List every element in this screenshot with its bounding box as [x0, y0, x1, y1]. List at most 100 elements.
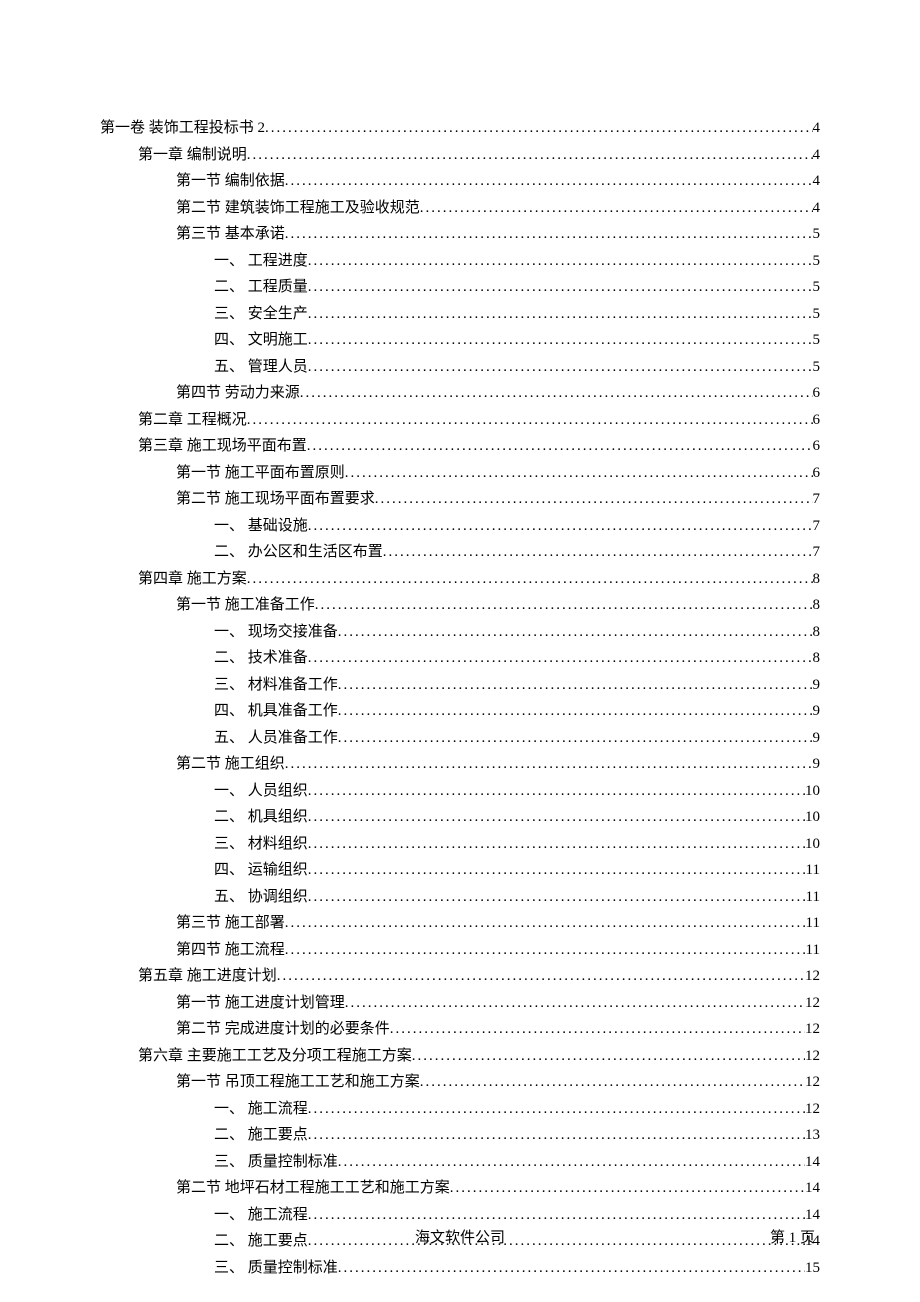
- toc-leader-dots: [308, 857, 806, 884]
- toc-entry: 三、 材料准备工作9: [100, 672, 820, 699]
- toc-leader-dots: [383, 539, 813, 566]
- toc-page-number: 14: [805, 1202, 820, 1229]
- toc-entry: 第一节 吊顶工程施工工艺和施工方案12: [100, 1069, 820, 1096]
- toc-label: 第二节 地坪石材工程施工工艺和施工方案: [176, 1175, 450, 1202]
- toc-page-number: 12: [805, 1096, 820, 1123]
- toc-entry: 二、 机具组织10: [100, 804, 820, 831]
- toc-leader-dots: [247, 566, 813, 593]
- toc-leader-dots: [308, 884, 806, 911]
- toc-page-number: 9: [813, 725, 821, 752]
- toc-leader-dots: [315, 592, 813, 619]
- toc-entry: 第二节 建筑装饰工程施工及验收规范4: [100, 195, 820, 222]
- toc-page-number: 5: [813, 274, 821, 301]
- toc-entry: 一、 施工流程 14: [100, 1202, 820, 1229]
- toc-page-number: 8: [813, 592, 821, 619]
- toc-label: 四、 运输组织: [214, 857, 308, 884]
- toc-leader-dots: [247, 407, 813, 434]
- toc-leader-dots: [338, 1149, 805, 1176]
- toc-leader-dots: [285, 168, 813, 195]
- toc-entry: 一、 人员组织10: [100, 778, 820, 805]
- toc-label: 一、 施工流程: [214, 1202, 308, 1229]
- toc-page-number: 6: [813, 407, 821, 434]
- toc-label: 第一节 施工进度计划管理: [176, 990, 345, 1017]
- toc-page-number: 5: [813, 301, 821, 328]
- toc-label: 第一卷 装饰工程投标书 2: [100, 115, 265, 142]
- toc-entry: 一、 现场交接准备8: [100, 619, 820, 646]
- toc-label: 三、 质量控制标准: [214, 1149, 338, 1176]
- toc-label: 五、 管理人员: [214, 354, 308, 381]
- toc-entry: 第四节 劳动力来源6: [100, 380, 820, 407]
- toc-entry: 三、 质量控制标准15: [100, 1255, 820, 1282]
- toc-label: 第四节 劳动力来源: [176, 380, 300, 407]
- toc-leader-dots: [412, 1043, 805, 1070]
- toc-entry: 第一节 施工进度计划管理12: [100, 990, 820, 1017]
- toc-leader-dots: [308, 778, 805, 805]
- toc-label: 第二节 完成进度计划的必要条件: [176, 1016, 390, 1043]
- toc-entry: 二、 施工要点 13: [100, 1122, 820, 1149]
- toc-label: 五、 人员准备工作: [214, 725, 338, 752]
- toc-page-number: 12: [805, 1016, 820, 1043]
- toc-entry: 第五章 施工进度计划12: [100, 963, 820, 990]
- toc-page-number: 11: [806, 857, 820, 884]
- toc-leader-dots: [247, 142, 813, 169]
- toc-page-number: 11: [806, 937, 820, 964]
- toc-page-number: 12: [805, 963, 820, 990]
- toc-entry: 第一章 编制说明4: [100, 142, 820, 169]
- toc-entry: 一、 施工流程 12: [100, 1096, 820, 1123]
- toc-label: 第四节 施工流程: [176, 937, 285, 964]
- toc-page-number: 12: [805, 1043, 820, 1070]
- toc-label: 第一节 施工准备工作: [176, 592, 315, 619]
- toc-label: 第一节 施工平面布置原则: [176, 460, 345, 487]
- toc-page-number: 9: [813, 751, 821, 778]
- toc-entry: 五、 管理人员5: [100, 354, 820, 381]
- toc-entry: 第四章 施工方案8: [100, 566, 820, 593]
- toc-label: 二、 工程质量: [214, 274, 308, 301]
- toc-leader-dots: [308, 831, 805, 858]
- toc-label: 第六章 主要施工工艺及分项工程施工方案: [138, 1043, 412, 1070]
- toc-leader-dots: [300, 380, 813, 407]
- toc-entry: 第三节 基本承诺5: [100, 221, 820, 248]
- toc-page-number: 7: [813, 486, 821, 513]
- toc-leader-dots: [285, 910, 806, 937]
- toc-page-number: 11: [806, 910, 820, 937]
- toc-entry: 第二节 完成进度计划的必要条件 12: [100, 1016, 820, 1043]
- toc-label: 二、 施工要点: [214, 1122, 308, 1149]
- toc-page-number: 7: [813, 539, 821, 566]
- toc-entry: 二、 工程质量 5: [100, 274, 820, 301]
- toc-page-number: 15: [805, 1255, 820, 1282]
- toc-label: 四、 文明施工: [214, 327, 308, 354]
- toc-page-number: 8: [813, 645, 821, 672]
- toc-leader-dots: [308, 274, 813, 301]
- toc-leader-dots: [308, 301, 813, 328]
- toc-leader-dots: [450, 1175, 805, 1202]
- toc-leader-dots: [338, 619, 813, 646]
- toc-leader-dots: [375, 486, 813, 513]
- toc-leader-dots: [308, 804, 805, 831]
- toc-label: 第一节 编制依据: [176, 168, 285, 195]
- toc-page-number: 9: [813, 672, 821, 699]
- toc-label: 三、 材料组织: [214, 831, 308, 858]
- toc-entry: 四、 文明施工5: [100, 327, 820, 354]
- toc-entry: 第二章 工程概况6: [100, 407, 820, 434]
- toc-page-number: 8: [813, 619, 821, 646]
- toc-entry: 一、 基础设施7: [100, 513, 820, 540]
- toc-entry: 第一节 编制依据 4: [100, 168, 820, 195]
- toc-page-number: 13: [805, 1122, 820, 1149]
- toc-label: 第三节 基本承诺: [176, 221, 285, 248]
- toc-page-number: 4: [813, 168, 821, 195]
- toc-page-number: 12: [805, 1069, 820, 1096]
- toc-page-number: 10: [805, 831, 820, 858]
- toc-page-number: 11: [806, 884, 820, 911]
- toc-leader-dots: [308, 354, 813, 381]
- toc-entry: 一、 工程进度5: [100, 248, 820, 275]
- toc-entry: 第一节 施工准备工作 8: [100, 592, 820, 619]
- toc-leader-dots: [285, 751, 813, 778]
- toc-leader-dots: [345, 460, 813, 487]
- page-footer: 海文软件公司 第 1 页: [0, 1226, 920, 1247]
- toc-label: 一、 施工流程: [214, 1096, 308, 1123]
- toc-page-number: 4: [813, 115, 821, 142]
- toc-page-number: 4: [813, 195, 821, 222]
- toc-page-number: 6: [813, 460, 821, 487]
- toc-label: 二、 机具组织: [214, 804, 308, 831]
- toc-leader-dots: [338, 725, 813, 752]
